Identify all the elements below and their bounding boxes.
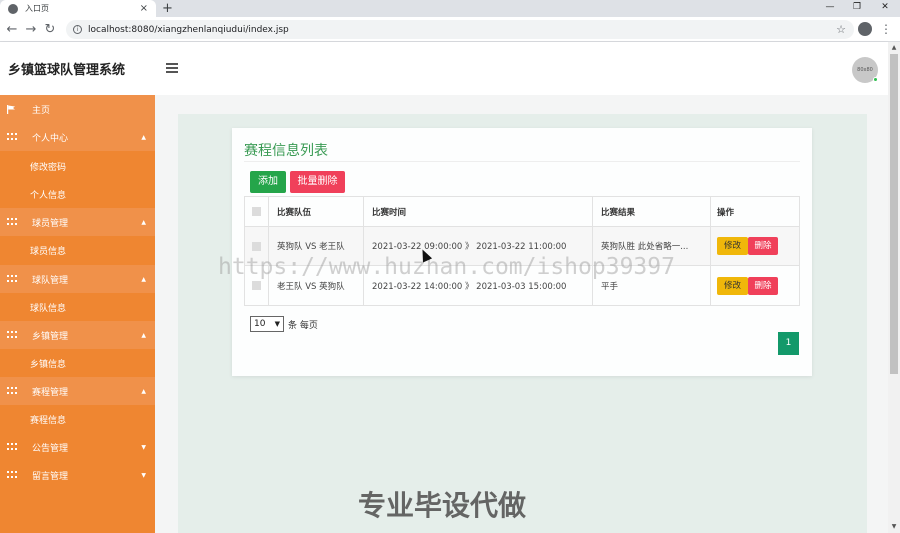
sidebar-item-label: 主页 — [32, 105, 51, 116]
column-header-result: 比赛结果 — [593, 197, 711, 226]
minimize-button[interactable]: — — [815, 0, 845, 17]
scroll-down-icon[interactable]: ▼ — [888, 521, 900, 533]
info-icon[interactable]: i — [73, 25, 82, 34]
sidebar: 主页 个人中心 ▲ 修改密码 个人信息 球员管理 ▲ 球员信息 球队管理 ▲ 球队信息 乡镇管理 ▲ 乡镇… — [0, 95, 155, 533]
sidebar-item[interactable]: 乡镇管理 ▲ — [0, 321, 155, 349]
forward-arrow-icon[interactable]: → — [22, 17, 40, 42]
chevron-up-icon: ▲ — [141, 133, 146, 141]
sidebar-item-label: 修改密码 — [30, 162, 67, 173]
sidebar-item-label: 赛程管理 — [32, 387, 69, 398]
chevron-down-icon: ▼ — [274, 320, 280, 328]
reload-icon[interactable]: ↻ — [41, 17, 59, 42]
select-all-checkbox[interactable] — [252, 207, 261, 216]
sidebar-item-label: 乡镇管理 — [32, 331, 69, 342]
page-size-select[interactable]: 10 ▼ — [250, 316, 284, 332]
schedule-table: 比赛队伍 比赛时间 比赛结果 操作 英狗队 VS 老王队 2021-03-22 … — [244, 196, 800, 306]
bookmark-star-icon[interactable]: ☆ — [836, 23, 846, 36]
sidebar-item-label: 赛程信息 — [30, 415, 67, 426]
sidebar-item[interactable]: 公告管理 ▼ — [0, 433, 155, 461]
chevron-up-icon: ▲ — [141, 218, 146, 226]
sidebar-item[interactable]: 修改密码 — [0, 152, 155, 180]
sidebar-item[interactable]: 个人信息 — [0, 180, 155, 208]
sidebar-item[interactable]: 球员信息 — [0, 236, 155, 264]
flag-icon — [7, 105, 16, 114]
address-bar[interactable]: i localhost:8080/xiangzhenlanqiudui/inde… — [66, 20, 854, 39]
chevron-up-icon: ▲ — [141, 387, 146, 395]
sidebar-item[interactable]: 乡镇信息 — [0, 349, 155, 377]
grid-icon — [7, 133, 17, 141]
sidebar-item[interactable]: 赛程管理 ▲ — [0, 377, 155, 405]
column-header-team: 比赛队伍 — [269, 197, 364, 226]
row-checkbox[interactable] — [252, 281, 261, 290]
back-arrow-icon[interactable]: ← — [3, 17, 21, 42]
browser-toolbar: ← → ↻ i localhost:8080/xiangzhenlanqiudu… — [0, 17, 900, 42]
scrollbar-thumb[interactable] — [890, 54, 898, 374]
edit-button[interactable]: 修改 — [717, 237, 748, 255]
sidebar-item-label: 球员管理 — [32, 218, 69, 229]
sidebar-item-label: 球队管理 — [32, 275, 69, 286]
sidebar-item[interactable]: 球队信息 — [0, 293, 155, 321]
tab-close-icon[interactable]: × — [140, 3, 148, 14]
sidebar-item[interactable]: 留言管理 ▼ — [0, 461, 155, 489]
sidebar-item-label: 公告管理 — [32, 443, 69, 454]
sidebar-item-label: 个人信息 — [30, 190, 67, 201]
sidebar-item[interactable]: 球员管理 ▲ — [0, 208, 155, 236]
sidebar-item-label: 球队信息 — [30, 303, 67, 314]
column-header-actions: 操作 — [717, 207, 735, 218]
browser-tabbar: 入口页 × + — ❐ ✕ — [0, 0, 900, 17]
globe-icon — [8, 3, 18, 14]
grid-icon — [7, 387, 17, 395]
delete-button[interactable]: 删除 — [748, 276, 778, 295]
sidebar-item-label: 留言管理 — [32, 471, 69, 482]
grid-icon — [7, 331, 17, 339]
scroll-up-icon[interactable]: ▲ — [888, 42, 900, 54]
edit-button[interactable]: 修改 — [717, 276, 748, 295]
close-window-button[interactable]: ✕ — [870, 0, 900, 17]
menu-toggle-icon[interactable] — [166, 63, 178, 73]
add-button[interactable]: 添加 — [250, 171, 286, 193]
sidebar-item[interactable]: 个人中心 ▲ — [0, 123, 155, 151]
grid-icon — [7, 275, 17, 283]
new-tab-button[interactable]: + — [162, 0, 173, 17]
page-title: 赛程信息列表 — [244, 143, 328, 159]
sidebar-item-label: 乡镇信息 — [30, 359, 67, 370]
grid-icon — [7, 443, 17, 451]
watermark-url: https://www.huzhan.com/ishop39397 — [218, 254, 675, 280]
page-size-value: 10 — [254, 319, 266, 329]
chevron-up-icon: ▲ — [141, 331, 146, 339]
watermark-text: 专业毕设代做 — [358, 489, 527, 522]
tab-title: 入口页 — [25, 4, 49, 13]
chevron-down-icon: ▼ — [141, 471, 146, 479]
batch-delete-button[interactable]: 批量删除 — [290, 171, 345, 193]
browser-tab[interactable]: 入口页 × — [0, 0, 156, 17]
column-header-time: 比赛时间 — [364, 197, 593, 226]
sidebar-item-label: 个人中心 — [32, 133, 69, 144]
profile-icon[interactable] — [858, 22, 872, 36]
divider — [244, 161, 800, 162]
grid-icon — [7, 218, 17, 226]
page-1-button[interactable]: 1 — [778, 332, 799, 355]
sidebar-item[interactable]: 球队管理 ▲ — [0, 265, 155, 293]
grid-icon — [7, 471, 17, 479]
online-status-dot — [873, 77, 878, 82]
app-header: 乡镇篮球队管理系统 80x80 — [0, 42, 888, 95]
chevron-down-icon: ▼ — [141, 443, 146, 451]
url-text: localhost:8080/xiangzhenlanqiudui/index.… — [88, 24, 289, 35]
schedule-card: 赛程信息列表 添加 批量删除 比赛队伍 比赛时间 比赛结果 操作 英狗队 VS … — [232, 128, 812, 376]
restore-button[interactable]: ❐ — [842, 0, 872, 17]
delete-button[interactable]: 删除 — [748, 237, 778, 255]
row-checkbox[interactable] — [252, 241, 261, 251]
app-title: 乡镇篮球队管理系统 — [8, 63, 126, 78]
browser-menu-icon[interactable]: ⋮ — [880, 17, 892, 42]
page-size-label: 条 每页 — [288, 321, 318, 331]
sidebar-item[interactable]: 主页 — [0, 95, 155, 123]
table-header: 比赛队伍 比赛时间 比赛结果 操作 — [245, 197, 799, 227]
chevron-up-icon: ▲ — [141, 275, 146, 283]
sidebar-item-label: 球员信息 — [30, 246, 67, 257]
sidebar-item[interactable]: 赛程信息 — [0, 405, 155, 433]
